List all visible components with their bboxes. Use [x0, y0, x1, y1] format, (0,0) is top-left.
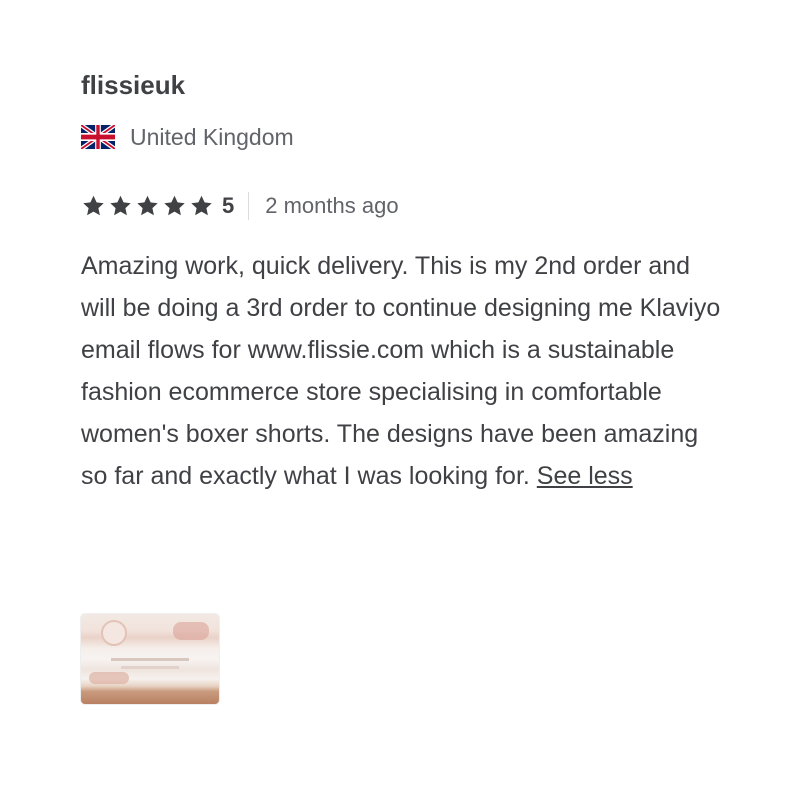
star-icon [191, 195, 212, 216]
rating-score: 5 [222, 193, 235, 218]
thumbnail-detail [101, 620, 127, 646]
star-icon [164, 195, 185, 216]
review-time: 2 months ago [265, 193, 399, 218]
reviewer-location: United Kingdom [81, 122, 721, 152]
star-rating [81, 194, 216, 218]
review-card: flissieuk United Kingdom 5 2 months ago … [81, 68, 721, 497]
thumbnail-detail [173, 622, 209, 640]
rating-divider [248, 192, 250, 220]
thumbnail-detail [121, 666, 179, 669]
review-body: Amazing work, quick delivery. This is my… [81, 252, 721, 490]
rating-row: 5 2 months ago [81, 191, 721, 221]
review-text: Amazing work, quick delivery. This is my… [81, 245, 721, 497]
star-icon [110, 195, 131, 216]
reviewer-country: United Kingdom [130, 124, 294, 150]
uk-flag-icon [81, 125, 115, 149]
thumbnail-detail [89, 672, 129, 684]
reviewer-username[interactable]: flissieuk [81, 68, 721, 102]
star-icon [137, 195, 158, 216]
review-image-thumbnail[interactable] [81, 614, 219, 704]
star-icon [83, 195, 104, 216]
thumbnail-detail [111, 658, 189, 661]
see-less-link[interactable]: See less [537, 462, 633, 490]
